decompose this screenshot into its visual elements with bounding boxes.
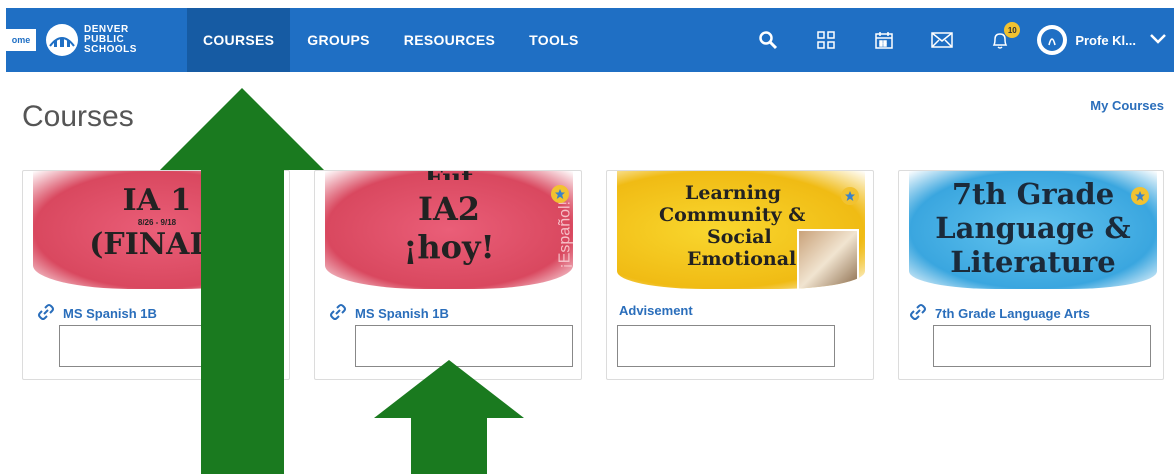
user-avatar-icon — [1037, 25, 1068, 55]
course-title-link[interactable]: MS Spanish 1B — [329, 303, 449, 324]
home-tab[interactable]: ome — [6, 29, 36, 51]
header-icons: 10 Profe Kl... — [739, 22, 1174, 55]
user-menu[interactable]: Profe Kl... — [1037, 25, 1166, 55]
course-card[interactable]: Fut IA2 ¡hoy! ¡Español! MS Spanish 1B — [314, 170, 582, 380]
favorite-star-icon[interactable] — [841, 187, 859, 205]
big-arrow-up-icon — [160, 88, 324, 474]
calendar-icon[interactable] — [872, 28, 896, 52]
main-nav: COURSES GROUPS RESOURCES TOOLS — [186, 8, 596, 72]
nav-tools[interactable]: TOOLS — [512, 8, 595, 72]
search-icon[interactable] — [756, 28, 780, 52]
favorite-star-icon[interactable] — [1131, 187, 1149, 205]
course-photo — [797, 229, 859, 289]
chevron-down-icon — [1150, 31, 1166, 49]
course-title-link[interactable]: MS Spanish 1B — [37, 303, 157, 324]
mail-icon[interactable] — [930, 28, 954, 52]
course-card[interactable]: 7th Grade Language & Literature 7th Grad… — [898, 170, 1164, 380]
nav-courses[interactable]: COURSES — [186, 8, 291, 72]
apps-grid-icon[interactable] — [814, 28, 838, 52]
logo-emblem-icon — [46, 24, 78, 56]
page-title: Courses — [22, 100, 134, 133]
nav-groups[interactable]: GROUPS — [290, 8, 386, 72]
notification-count-badge: 10 — [1004, 22, 1021, 38]
my-courses-link[interactable]: My Courses — [1090, 98, 1164, 113]
favorite-star-icon[interactable] — [551, 185, 569, 203]
link-icon — [37, 303, 55, 324]
logo-text: DENVER PUBLIC SCHOOLS — [84, 24, 137, 55]
course-title-link[interactable]: 7th Grade Language Arts — [909, 303, 1090, 324]
course-text-box[interactable] — [617, 325, 835, 367]
link-icon — [329, 303, 347, 324]
course-title-link[interactable]: Advisement — [619, 303, 693, 318]
course-image[interactable]: Learning Community & Social Emotional — [617, 171, 865, 289]
course-card[interactable]: Learning Community & Social Emotional Ad… — [606, 170, 874, 380]
course-text-box[interactable] — [933, 325, 1151, 367]
small-arrow-up-icon — [374, 360, 524, 474]
district-logo[interactable]: DENVER PUBLIC SCHOOLS — [46, 24, 137, 56]
notifications-bell-icon[interactable]: 10 — [988, 22, 1021, 52]
course-image[interactable]: Fut IA2 ¡hoy! ¡Español! — [325, 171, 573, 289]
user-name: Profe Kl... — [1075, 32, 1136, 48]
nav-resources[interactable]: RESOURCES — [387, 8, 512, 72]
course-image[interactable]: 7th Grade Language & Literature — [909, 171, 1157, 289]
link-icon — [909, 303, 927, 324]
top-navigation-bar: ome DENVER PUBLIC SCHOOLS COURSES GROUPS… — [6, 8, 1174, 72]
